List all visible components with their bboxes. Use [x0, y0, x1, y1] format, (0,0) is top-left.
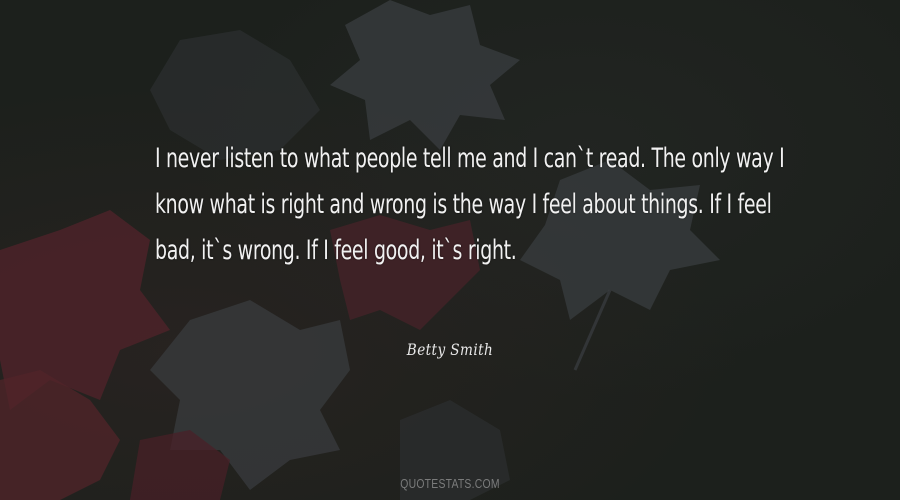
quote-text: I never listen to what people tell me an… [155, 143, 785, 266]
site-watermark: QUOTESTATS.COM [400, 476, 500, 491]
quote-image: I never listen to what people tell me an… [0, 0, 900, 500]
quote-author: Betty Smith [406, 340, 494, 359]
gray-leaf-top [330, 0, 520, 150]
